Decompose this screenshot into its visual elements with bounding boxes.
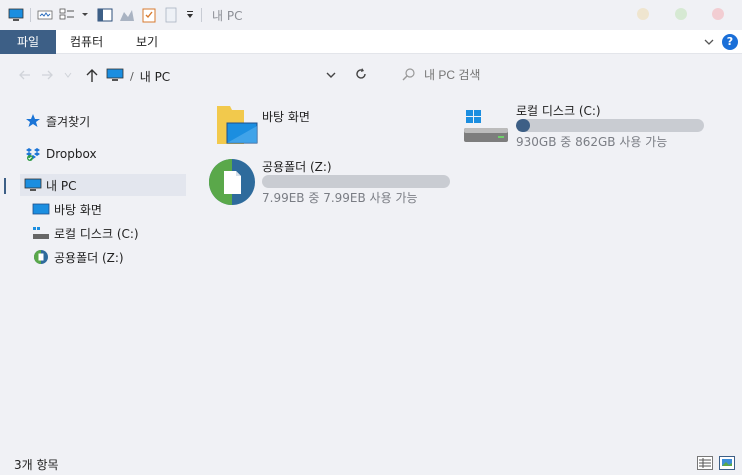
graph-icon[interactable] <box>119 7 135 23</box>
dropdown-arrow-icon[interactable] <box>81 7 89 23</box>
search-icon <box>402 67 416 81</box>
sidebar-item-dropbox[interactable]: Dropbox <box>24 143 97 165</box>
sidebar-item-shared-folder[interactable]: 공용폴더 (Z:) <box>32 246 124 268</box>
breadcrumb-current[interactable]: 내 PC <box>140 68 170 85</box>
sidebar-item-favorites[interactable]: 즐겨찾기 <box>24 110 90 132</box>
dropbox-icon <box>24 146 42 162</box>
drive-icon <box>462 106 510 149</box>
toolbar-divider <box>30 8 31 22</box>
explorer-window: 내 PC 파일 컴퓨터 보기 ? / 내 PC 내 PC 검색 즐겨찾기 Dro… <box>0 0 742 475</box>
sidebar-item-label: 로컬 디스크 (C:) <box>54 226 139 241</box>
shared-folder-name: 공용폴더 (Z:) <box>262 160 332 174</box>
view-options-icon[interactable] <box>59 7 75 23</box>
panes-icon[interactable] <box>97 7 113 23</box>
help-button[interactable]: ? <box>722 34 738 50</box>
shared-folder-usage-text: 7.99EB 중 7.99EB 사용 가능 <box>262 191 418 205</box>
computer-icon <box>106 68 124 85</box>
customize-toolbar-icon[interactable] <box>185 7 195 23</box>
details-view-icon[interactable] <box>697 456 713 470</box>
back-arrow-icon[interactable] <box>18 67 32 83</box>
tab-file[interactable]: 파일 <box>0 30 56 54</box>
recent-locations-icon[interactable] <box>64 67 72 83</box>
local-disk-usage-text: 930GB 중 862GB 사용 가능 <box>516 135 668 149</box>
local-disk-usage-bar <box>516 119 704 132</box>
address-dropdown-icon[interactable] <box>325 69 337 81</box>
desktop-folder-icon <box>212 102 260 153</box>
sidebar-item-label: 내 PC <box>46 178 77 193</box>
chevron-down-icon[interactable] <box>702 35 716 49</box>
tab-computer[interactable]: 컴퓨터 <box>70 30 103 54</box>
selection-indicator <box>4 178 6 194</box>
computer-icon[interactable] <box>8 7 24 23</box>
large-icons-view-icon[interactable] <box>719 456 735 470</box>
search-input[interactable] <box>424 65 624 85</box>
shared-folder-item[interactable]: 공용폴더 (Z:) 7.99EB 중 7.99EB 사용 가능 <box>206 156 456 208</box>
usage-bar-fill <box>516 119 530 132</box>
ribbon-tabs: 파일 컴퓨터 보기 ? <box>0 30 742 54</box>
properties-icon[interactable] <box>37 7 53 23</box>
sidebar-item-label: 공용폴더 (Z:) <box>54 250 124 265</box>
item-count: 3개 항목 <box>14 458 59 472</box>
shared-drive-icon <box>208 158 256 209</box>
shared-folder-usage-bar <box>262 175 450 188</box>
sidebar-item-label: 바탕 화면 <box>54 202 102 217</box>
status-bar: 3개 항목 <box>0 450 742 475</box>
shared-drive-icon <box>32 249 50 265</box>
title-bar: 내 PC <box>0 0 742 30</box>
sidebar-item-label: Dropbox <box>46 147 97 161</box>
close-button[interactable] <box>712 8 724 20</box>
tab-view[interactable]: 보기 <box>136 30 158 54</box>
drive-icon <box>32 225 50 241</box>
computer-icon <box>24 177 42 193</box>
local-disk-name: 로컬 디스크 (C:) <box>516 104 601 118</box>
desktop-name: 바탕 화면 <box>262 110 310 124</box>
forward-arrow-icon[interactable] <box>40 67 54 83</box>
local-disk-item[interactable]: 로컬 디스크 (C:) 930GB 중 862GB 사용 가능 <box>462 98 712 150</box>
quick-access-toolbar: 내 PC <box>0 0 242 30</box>
refresh-icon[interactable] <box>354 67 368 81</box>
minimize-button[interactable] <box>637 8 649 20</box>
up-arrow-icon[interactable] <box>85 67 99 83</box>
sidebar-item-this-pc[interactable]: 내 PC <box>20 174 186 196</box>
star-icon <box>24 113 42 129</box>
navigation-bar: / 내 PC <box>0 58 742 92</box>
sidebar-item-label: 즐겨찾기 <box>46 114 91 129</box>
toolbar-divider <box>201 8 202 22</box>
breadcrumb-separator: / <box>130 69 134 83</box>
desktop-icon <box>32 201 50 217</box>
window-title: 내 PC <box>212 8 243 23</box>
address-bar[interactable]: / 내 PC <box>106 67 170 85</box>
checklist-icon[interactable] <box>141 7 157 23</box>
sidebar-item-desktop[interactable]: 바탕 화면 <box>32 198 102 220</box>
sidebar-item-local-disk[interactable]: 로컬 디스크 (C:) <box>32 222 139 244</box>
blank-page-icon[interactable] <box>163 7 179 23</box>
maximize-button[interactable] <box>675 8 687 20</box>
desktop-item[interactable]: 바탕 화면 <box>212 102 372 152</box>
